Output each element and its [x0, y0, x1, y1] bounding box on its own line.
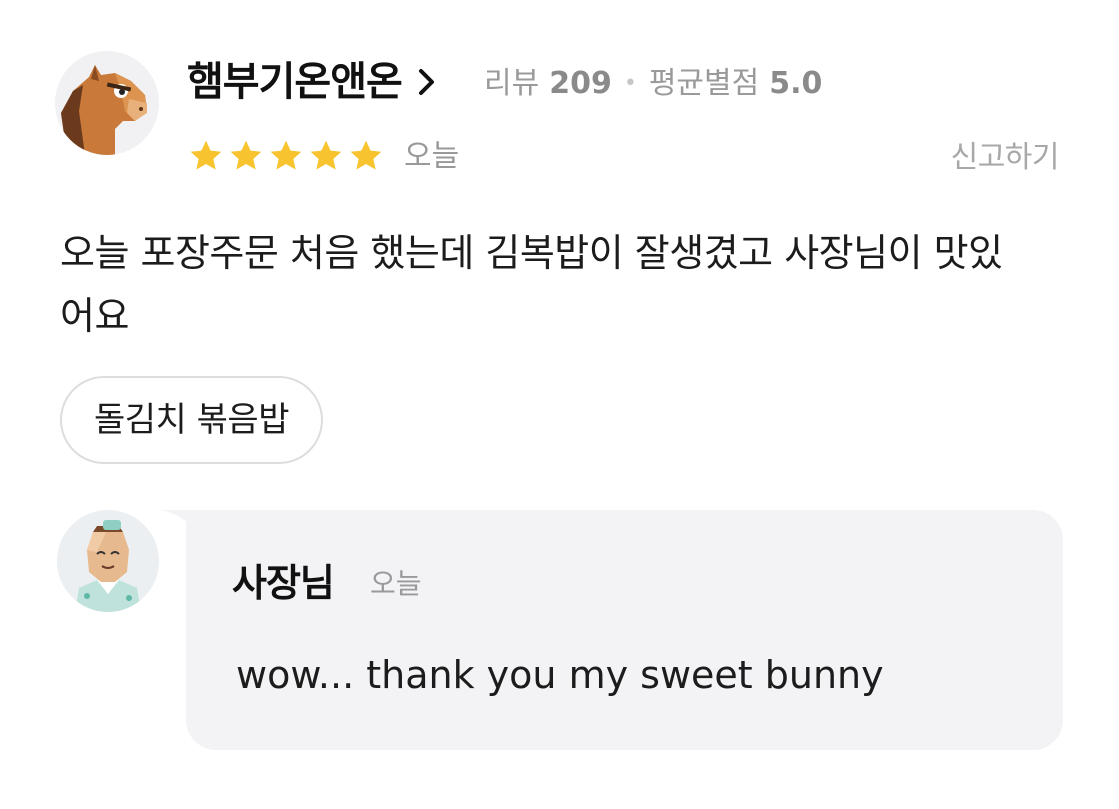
stats-separator: •	[623, 71, 637, 96]
star-rating	[188, 138, 384, 174]
menu-tag-chip[interactable]: 돌김치 볶음밥	[60, 376, 323, 464]
review-text: 오늘 포장주문 처음 했는데 김복밥이 잘생겼고 사장님이 맛있어요	[60, 231, 1003, 338]
star-icon	[350, 140, 382, 170]
rating-avg-label: 평균별점	[648, 66, 760, 101]
owner-name: 사장님	[232, 561, 335, 605]
star-icon	[230, 140, 262, 170]
owner-reply-bubble	[186, 510, 1063, 750]
owner-avatar	[57, 510, 159, 612]
reviewer-name-label: 햄부기온앤온	[187, 59, 403, 105]
review-card: 햄부기온앤온 리뷰 209 • 평균별점 5.0 오늘 신고하기 오늘 포장주문…	[0, 0, 1119, 809]
chevron-right-icon	[418, 69, 434, 95]
reviewer-avatar[interactable]	[55, 51, 159, 155]
reviewer-stats: 리뷰 209 • 평균별점 5.0	[484, 64, 822, 104]
report-button[interactable]: 신고하기	[951, 138, 1060, 178]
reply-date: 오늘	[370, 567, 422, 600]
review-date: 오늘	[404, 139, 460, 174]
review-count: 209	[549, 66, 612, 101]
star-icon	[310, 140, 342, 170]
reviewer-name[interactable]: 햄부기온앤온	[187, 58, 438, 106]
chef-avatar-icon	[57, 510, 159, 612]
rating-avg: 5.0	[769, 66, 823, 101]
star-icon	[270, 140, 302, 170]
horse-avatar-icon	[55, 51, 159, 155]
reply-text: wow... thank you my sweet bunny	[236, 653, 884, 697]
star-icon	[190, 140, 222, 170]
review-count-label: 리뷰	[484, 66, 540, 101]
